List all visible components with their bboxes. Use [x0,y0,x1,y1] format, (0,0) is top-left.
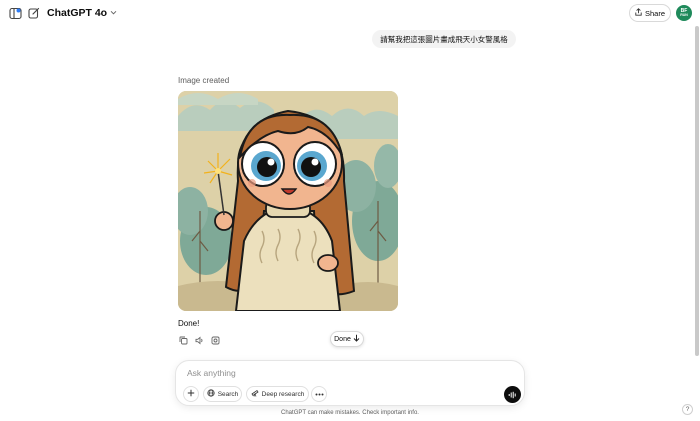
scrollbar-thumb[interactable] [695,26,699,356]
avatar-initials-sub: RUN [680,12,688,17]
deep-research-button[interactable]: Deep research [246,386,309,402]
help-button[interactable]: ? [682,404,693,415]
voice-mode-button[interactable] [504,386,521,403]
share-button[interactable]: Share [629,4,671,22]
message-actions [178,335,220,345]
scroll-to-bottom-button[interactable]: Done [330,331,364,347]
read-aloud-icon[interactable] [194,335,204,345]
message-input[interactable] [187,367,487,379]
telescope-icon [251,389,259,399]
avatar[interactable]: BF RUN [676,5,692,21]
voice-waveform-icon [508,386,517,404]
more-icon [315,391,324,398]
top-bar: ChatGPT 4o Share BF RUN [0,0,700,26]
plus-icon [187,389,195,399]
search-button-label: Search [217,390,239,398]
share-icon [635,8,642,18]
new-chat-icon[interactable] [27,6,41,20]
user-message-text: 請幫我把這張圖片畫成飛天小女警風格 [380,34,508,44]
user-message-bubble: 請幫我把這張圖片畫成飛天小女警風格 [372,30,516,48]
globe-icon [207,389,215,399]
composer: Search Deep research [175,360,525,406]
scroll-button-label: Done [334,335,351,343]
image-tools-icon[interactable] [210,335,220,345]
scrollbar[interactable] [694,26,700,356]
attach-button[interactable] [183,386,199,402]
arrow-down-icon [353,334,360,344]
sidebar-toggle-icon[interactable] [8,6,22,20]
chevron-down-icon [110,7,117,19]
generated-image[interactable] [178,91,398,311]
disclaimer-text: ChatGPT can make mistakes. Check importa… [281,410,419,416]
model-name: ChatGPT 4o [47,7,108,19]
image-created-label: Image created [178,76,230,85]
model-selector[interactable]: ChatGPT 4o [47,7,117,19]
copy-icon[interactable] [178,335,188,345]
assistant-message-text: Done! [178,319,200,328]
search-button[interactable]: Search [203,386,242,402]
more-tools-button[interactable] [311,386,327,402]
share-label: Share [644,8,665,18]
deep-research-label: Deep research [261,390,305,398]
